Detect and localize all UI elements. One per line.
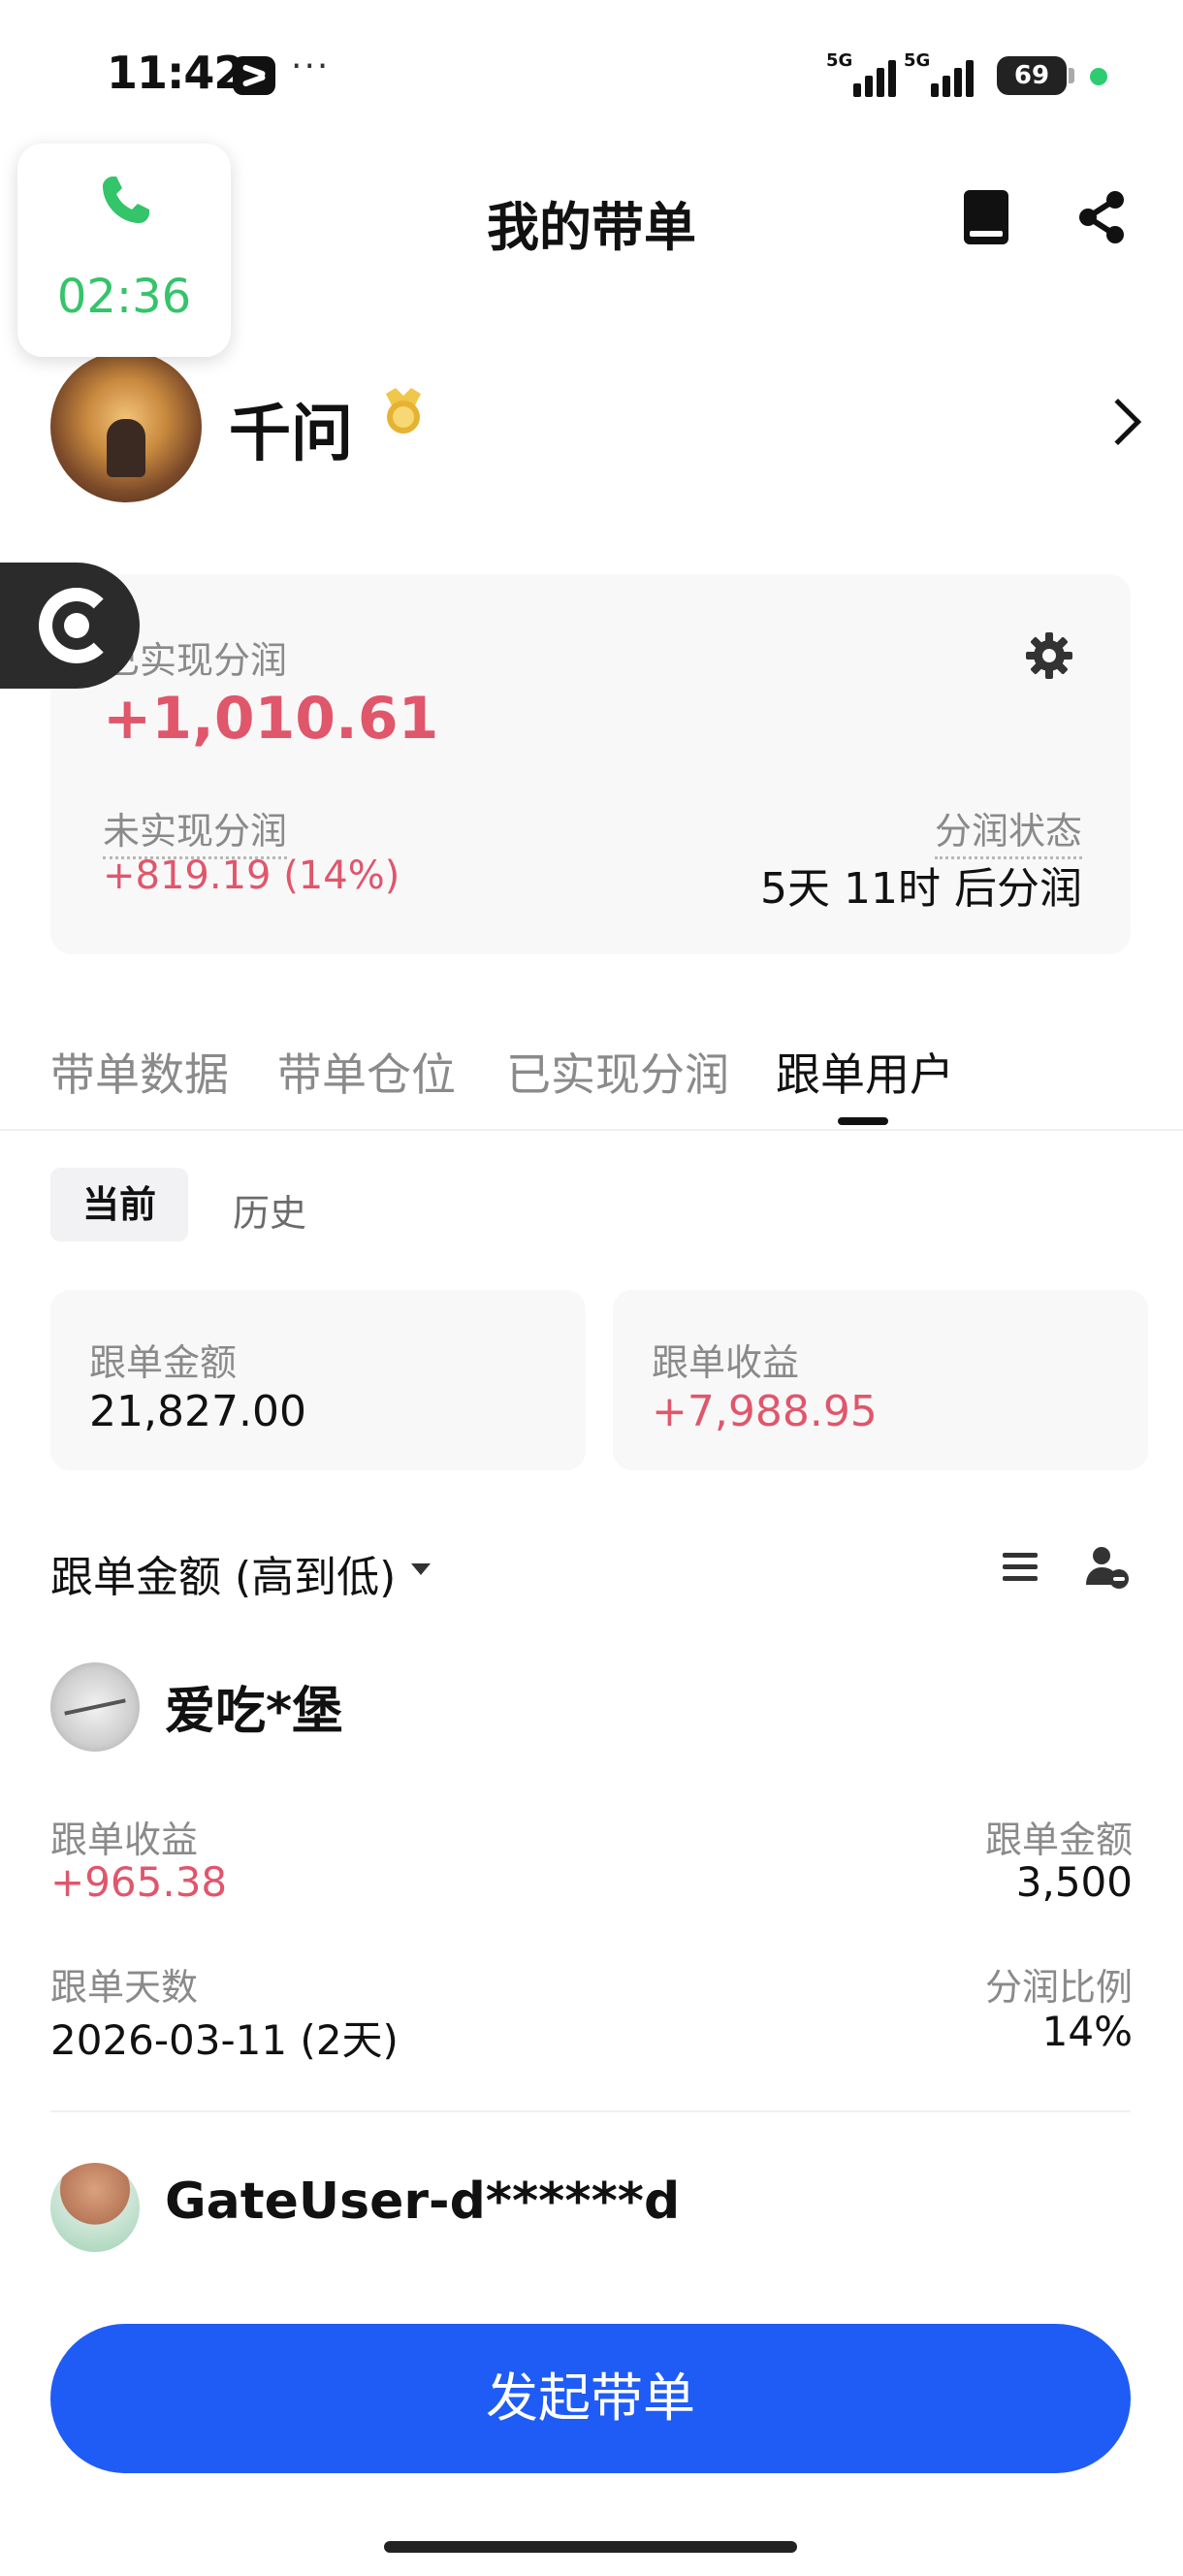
phone-icon <box>103 177 149 223</box>
copy-profit-card: 跟单收益 +7,988.95 <box>613 1290 1148 1470</box>
copy-profit-label: 跟单收益 <box>652 1341 800 1384</box>
unrealized-profit-label[interactable]: 未实现分润 <box>103 801 288 859</box>
follower-days-label: 跟单天数 <box>50 1966 199 2009</box>
tab-copy-positions[interactable]: 带单仓位 <box>277 1040 456 1104</box>
tab-followers[interactable]: 跟单用户 <box>776 1040 954 1104</box>
ongoing-call-bubble[interactable]: 02:36 <box>17 144 231 357</box>
copy-amount-value: 21,827.00 <box>89 1387 306 1436</box>
tab-realized-profit[interactable]: 已实现分润 <box>506 1040 729 1104</box>
signal-label: 5G <box>904 50 931 71</box>
list-view-icon[interactable] <box>1001 1548 1039 1587</box>
copy-amount-card: 跟单金额 21,827.00 <box>50 1290 586 1470</box>
follower-amount-value: 3,500 <box>1015 1858 1133 1906</box>
avatar[interactable] <box>50 351 202 502</box>
avatar <box>50 2163 140 2252</box>
caret-down-icon[interactable] <box>411 1563 431 1575</box>
segment-history[interactable]: 历史 <box>233 1183 306 1237</box>
call-duration: 02:36 <box>56 270 192 324</box>
start-copy-trading-button[interactable]: 发起带单 <box>50 2324 1131 2473</box>
avatar <box>50 1662 140 1752</box>
tab-copy-data[interactable]: 带单数据 <box>50 1040 229 1104</box>
unrealized-profit-value: +819.19 (14%) <box>103 853 400 898</box>
follower-ratio-value: 14% <box>1041 2008 1133 2055</box>
book-icon[interactable] <box>964 190 1008 244</box>
battery-icon: 69 <box>997 56 1074 95</box>
follower-name: 爱吃*堡 <box>165 1683 343 1741</box>
follower-profit-value: +965.38 <box>50 1858 228 1906</box>
capcut-app-icon <box>233 56 275 95</box>
floating-assistant-widget[interactable] <box>0 563 140 689</box>
follower-name: GateUser-d******d <box>165 2173 681 2231</box>
chevron-right-icon[interactable] <box>1094 398 1142 446</box>
follower-profit-label: 跟单收益 <box>50 1819 199 1861</box>
follower-days-value: 2026-03-11 (2天) <box>50 2016 399 2064</box>
profit-status-value: 5天 11时 后分润 <box>760 864 1082 914</box>
tabs-divider <box>0 1129 1183 1131</box>
copy-profit-value: +7,988.95 <box>652 1387 878 1436</box>
profile-name[interactable]: 千问 <box>229 384 353 473</box>
signal-label: 5G <box>826 50 853 71</box>
follower-ratio-label: 分润比例 <box>984 1966 1133 2009</box>
list-divider <box>50 2110 1131 2112</box>
segment-current[interactable]: 当前 <box>50 1168 188 1241</box>
signal-5g-icon-2: 5G <box>904 50 974 97</box>
share-icon[interactable] <box>1074 188 1129 246</box>
medal-badge-icon <box>386 388 421 434</box>
active-tab-indicator <box>838 1117 888 1125</box>
realized-profit-value: +1,010.61 <box>103 685 439 753</box>
gear-icon[interactable] <box>1024 630 1074 681</box>
follower-amount-label: 跟单金额 <box>984 1819 1133 1861</box>
home-indicator[interactable] <box>384 2541 797 2553</box>
privacy-indicator-dot <box>1090 68 1107 85</box>
sort-dropdown[interactable]: 跟单金额 (高到低) <box>50 1542 396 1604</box>
profit-status-label[interactable]: 分润状态 <box>934 801 1082 859</box>
user-manage-icon[interactable] <box>1084 1544 1131 1591</box>
assistant-dot-icon <box>64 613 89 638</box>
status-time: 11:42 <box>107 47 244 99</box>
copy-amount-label: 跟单金额 <box>89 1341 238 1384</box>
signal-5g-icon: 5G <box>826 50 896 97</box>
more-notifications-icon: ··· <box>291 47 331 86</box>
